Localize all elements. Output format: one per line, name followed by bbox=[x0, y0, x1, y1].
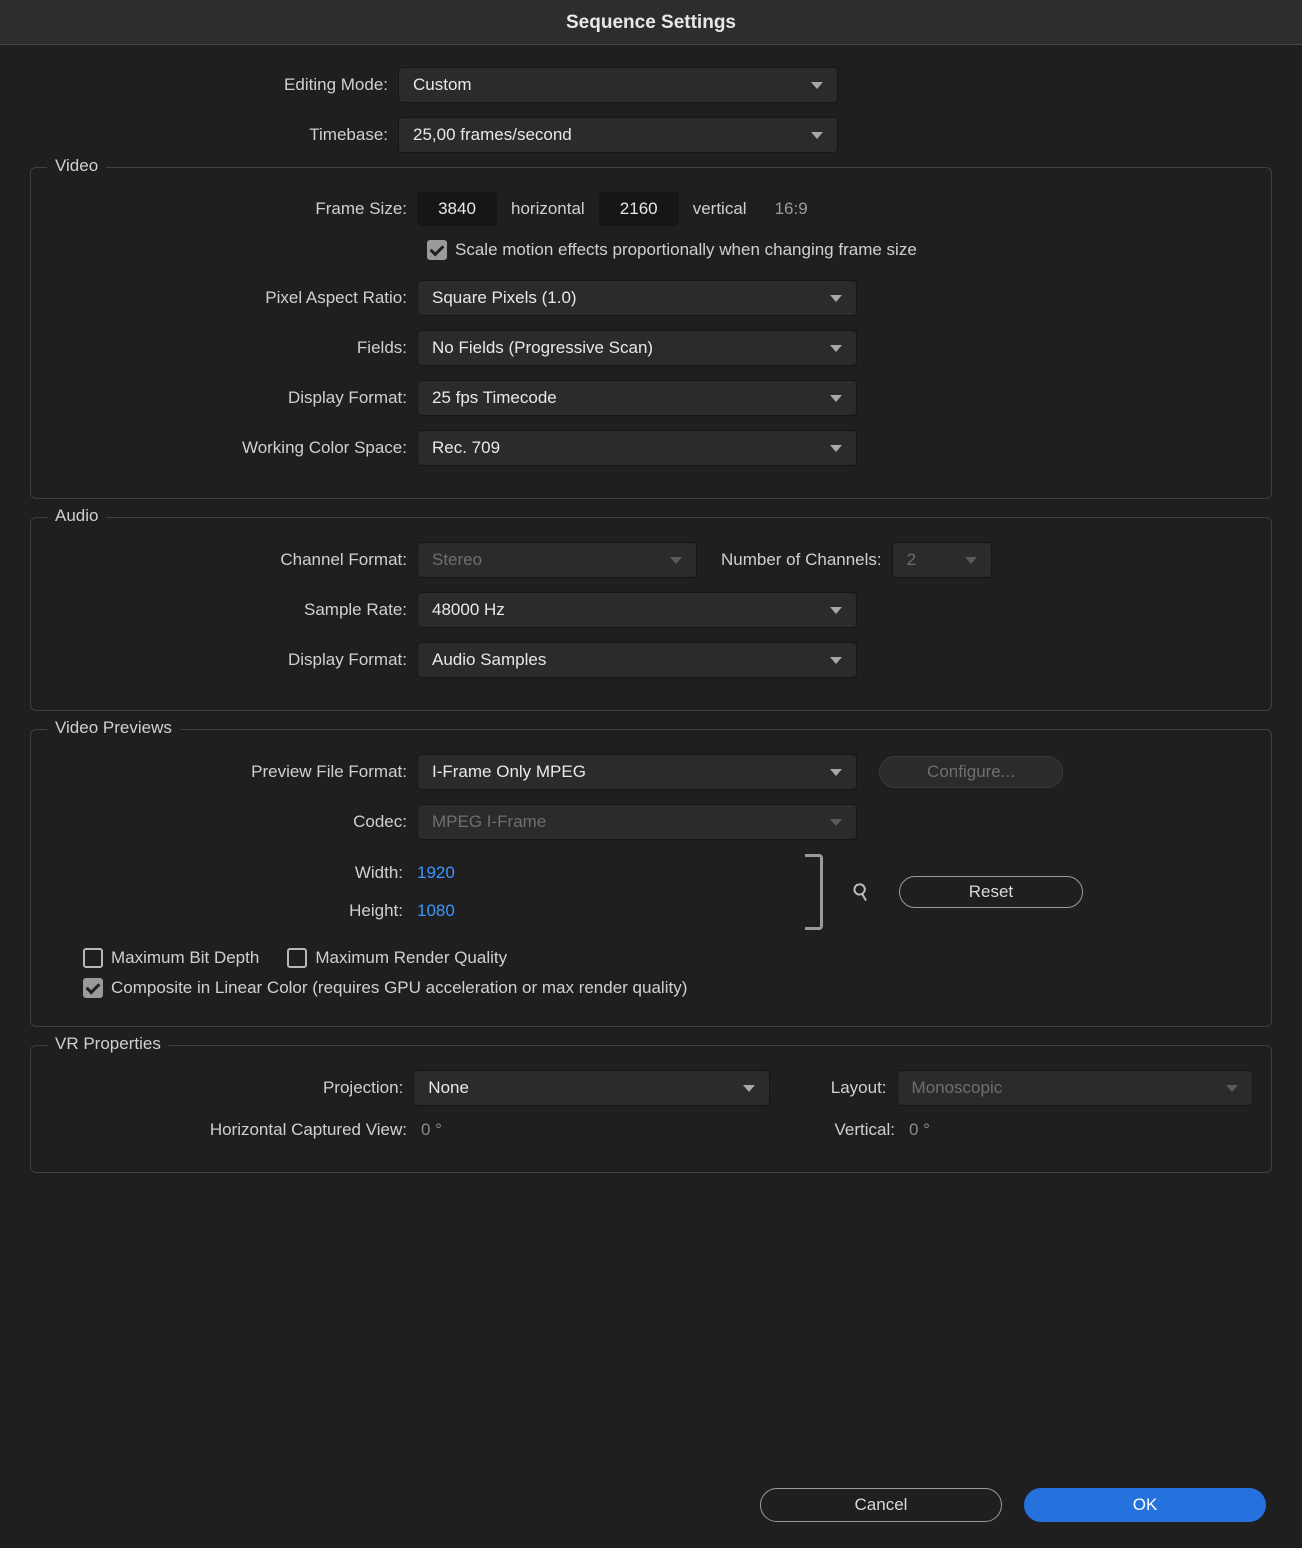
configure-button: Configure... bbox=[879, 756, 1063, 788]
cancel-button[interactable]: Cancel bbox=[760, 1488, 1002, 1522]
codec-label: Codec: bbox=[59, 812, 417, 832]
audio-display-format-dropdown[interactable]: Audio Samples bbox=[417, 642, 857, 678]
channel-format-dropdown: Stereo bbox=[417, 542, 697, 578]
chevron-down-icon bbox=[830, 657, 842, 664]
par-label: Pixel Aspect Ratio: bbox=[59, 288, 417, 308]
preview-width-label: Width: bbox=[59, 863, 417, 883]
audio-group: Audio Channel Format: Stereo Number of C… bbox=[30, 517, 1272, 711]
dialog-title: Sequence Settings bbox=[0, 0, 1302, 45]
sample-rate-label: Sample Rate: bbox=[59, 600, 417, 620]
par-dropdown[interactable]: Square Pixels (1.0) bbox=[417, 280, 857, 316]
channel-format-value: Stereo bbox=[432, 550, 482, 570]
chevron-down-icon bbox=[811, 82, 823, 89]
chevron-down-icon bbox=[830, 769, 842, 776]
channel-format-label: Channel Format: bbox=[59, 550, 417, 570]
audio-display-format-value: Audio Samples bbox=[432, 650, 546, 670]
sample-rate-dropdown[interactable]: 48000 Hz bbox=[417, 592, 857, 628]
timebase-dropdown[interactable]: 25,00 frames/second bbox=[398, 117, 838, 153]
num-channels-dropdown: 2 bbox=[892, 542, 992, 578]
aspect-ratio-text: 16:9 bbox=[775, 199, 808, 219]
codec-value: MPEG I-Frame bbox=[432, 812, 546, 832]
ok-button[interactable]: OK bbox=[1024, 1488, 1266, 1522]
par-value: Square Pixels (1.0) bbox=[432, 288, 577, 308]
dialog-body: Editing Mode: Custom Timebase: 25,00 fra… bbox=[0, 45, 1302, 1213]
chevron-down-icon bbox=[830, 345, 842, 352]
preview-height-value[interactable]: 1080 bbox=[417, 901, 455, 921]
preview-width-value[interactable]: 1920 bbox=[417, 863, 455, 883]
timebase-value: 25,00 frames/second bbox=[413, 125, 572, 145]
scale-effects-label: Scale motion effects proportionally when… bbox=[455, 240, 917, 260]
projection-value: None bbox=[428, 1078, 469, 1098]
video-display-format-dropdown[interactable]: 25 fps Timecode bbox=[417, 380, 857, 416]
chevron-down-icon bbox=[830, 819, 842, 826]
chevron-down-icon bbox=[830, 395, 842, 402]
video-group: Video Frame Size: 3840 horizontal 2160 v… bbox=[30, 167, 1272, 499]
preview-file-format-value: I-Frame Only MPEG bbox=[432, 762, 586, 782]
max-bit-depth-label: Maximum Bit Depth bbox=[111, 948, 259, 968]
vr-properties-group: VR Properties Projection: None Layout: M… bbox=[30, 1045, 1272, 1173]
dialog-footer: Cancel OK bbox=[760, 1488, 1266, 1522]
fields-dropdown[interactable]: No Fields (Progressive Scan) bbox=[417, 330, 857, 366]
scale-effects-checkbox[interactable] bbox=[427, 240, 447, 260]
editing-mode-dropdown[interactable]: Custom bbox=[398, 67, 838, 103]
chevron-down-icon bbox=[743, 1085, 755, 1092]
h-captured-view-value: 0 ° bbox=[417, 1120, 777, 1140]
editing-mode-label: Editing Mode: bbox=[40, 75, 398, 95]
video-display-format-label: Display Format: bbox=[59, 388, 417, 408]
color-space-label: Working Color Space: bbox=[59, 438, 417, 458]
reset-button[interactable]: Reset bbox=[899, 876, 1083, 908]
chevron-down-icon bbox=[965, 557, 977, 564]
num-channels-value: 2 bbox=[907, 550, 916, 570]
v-captured-view-label: Vertical: bbox=[777, 1120, 905, 1140]
projection-label: Projection: bbox=[59, 1078, 413, 1098]
fields-label: Fields: bbox=[59, 338, 417, 358]
chevron-down-icon bbox=[811, 132, 823, 139]
sample-rate-value: 48000 Hz bbox=[432, 600, 505, 620]
v-captured-view-value: 0 ° bbox=[905, 1120, 930, 1140]
color-space-dropdown[interactable]: Rec. 709 bbox=[417, 430, 857, 466]
layout-value: Monoscopic bbox=[912, 1078, 1003, 1098]
layout-label: Layout: bbox=[770, 1078, 897, 1098]
video-previews-group: Video Previews Preview File Format: I-Fr… bbox=[30, 729, 1272, 1027]
num-channels-label: Number of Channels: bbox=[721, 550, 882, 570]
preview-file-format-dropdown[interactable]: I-Frame Only MPEG bbox=[417, 754, 857, 790]
link-icon[interactable]: ⚲ bbox=[847, 877, 874, 908]
preview-height-label: Height: bbox=[59, 901, 417, 921]
video-previews-group-title: Video Previews bbox=[47, 718, 180, 738]
chevron-down-icon bbox=[830, 445, 842, 452]
editing-mode-value: Custom bbox=[413, 75, 472, 95]
composite-linear-label: Composite in Linear Color (requires GPU … bbox=[111, 978, 687, 998]
frame-height-input[interactable]: 2160 bbox=[599, 192, 679, 226]
frame-size-label: Frame Size: bbox=[59, 199, 417, 219]
chevron-down-icon bbox=[830, 607, 842, 614]
video-group-title: Video bbox=[47, 156, 106, 176]
chevron-down-icon bbox=[1226, 1085, 1238, 1092]
fields-value: No Fields (Progressive Scan) bbox=[432, 338, 653, 358]
codec-dropdown: MPEG I-Frame bbox=[417, 804, 857, 840]
max-render-quality-label: Maximum Render Quality bbox=[315, 948, 507, 968]
chevron-down-icon bbox=[830, 295, 842, 302]
timebase-label: Timebase: bbox=[40, 125, 398, 145]
chevron-down-icon bbox=[670, 557, 682, 564]
vertical-label: vertical bbox=[693, 199, 747, 219]
audio-display-format-label: Display Format: bbox=[59, 650, 417, 670]
audio-group-title: Audio bbox=[47, 506, 106, 526]
layout-dropdown: Monoscopic bbox=[897, 1070, 1253, 1106]
max-bit-depth-checkbox[interactable] bbox=[83, 948, 103, 968]
video-display-format-value: 25 fps Timecode bbox=[432, 388, 557, 408]
vr-properties-group-title: VR Properties bbox=[47, 1034, 169, 1054]
h-captured-view-label: Horizontal Captured View: bbox=[59, 1120, 417, 1140]
horizontal-label: horizontal bbox=[511, 199, 585, 219]
composite-linear-checkbox[interactable] bbox=[83, 978, 103, 998]
projection-dropdown[interactable]: None bbox=[413, 1070, 769, 1106]
max-render-quality-checkbox[interactable] bbox=[287, 948, 307, 968]
preview-file-format-label: Preview File Format: bbox=[59, 762, 417, 782]
link-bracket-icon bbox=[805, 854, 823, 930]
color-space-value: Rec. 709 bbox=[432, 438, 500, 458]
frame-width-input[interactable]: 3840 bbox=[417, 192, 497, 226]
